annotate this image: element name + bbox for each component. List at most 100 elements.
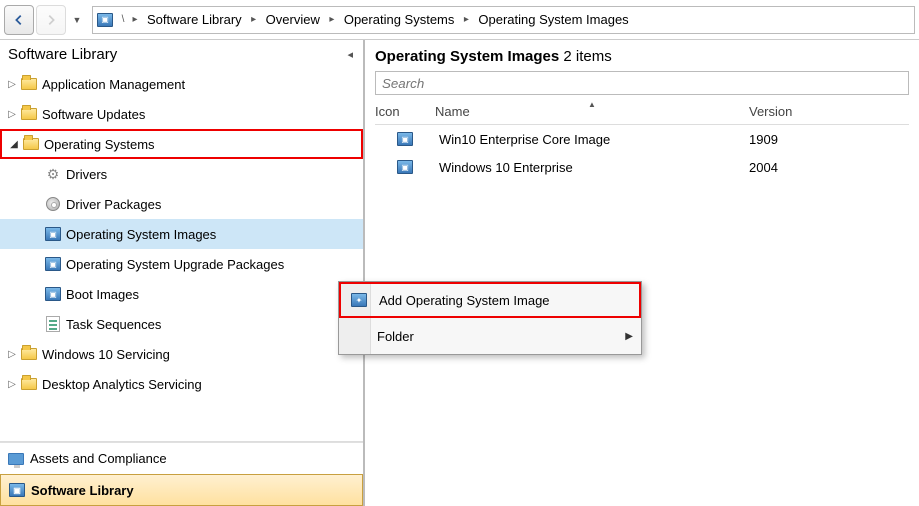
gear-icon: ⚙ (44, 165, 62, 183)
tree-item-label: Boot Images (66, 287, 139, 302)
menu-item-label: Add Operating System Image (379, 293, 631, 308)
tree-item-windows-10-servicing[interactable]: ▷ Windows 10 Servicing (0, 339, 363, 369)
workspace-label: Assets and Compliance (30, 451, 167, 466)
expander-none (28, 166, 44, 182)
folder-icon (20, 375, 38, 393)
cell-name: Win10 Enterprise Core Image (435, 132, 749, 147)
column-header-row: Icon ▲ Name Version (375, 99, 909, 125)
breadcrumb-segment[interactable]: Operating Systems (338, 7, 461, 33)
cell-name: Windows 10 Enterprise (435, 160, 749, 175)
workspace-assets-and-compliance[interactable]: Assets and Compliance (0, 442, 363, 474)
osimage-icon: ▣ (44, 255, 62, 273)
osimage-icon: ▣ (44, 285, 62, 303)
expander-none (28, 316, 44, 332)
search-bar (365, 69, 919, 99)
os-image-icon: ▣ (375, 160, 435, 174)
expander-closed-icon[interactable]: ▷ (4, 76, 20, 92)
tree-item-driver-packages[interactable]: Driver Packages (0, 189, 363, 219)
folder-icon (20, 75, 38, 93)
software-library-icon: ▣ (9, 483, 25, 497)
breadcrumb-segment[interactable]: Overview (260, 7, 326, 33)
back-button[interactable] (4, 5, 34, 35)
context-menu: ✦ Add Operating System Image Folder ▶ (338, 281, 642, 355)
cell-version: 2004 (749, 160, 909, 175)
navigation-pane: Software Library ◂ ▷ Application Manageme… (0, 40, 365, 506)
tree-item-label: Software Updates (42, 107, 145, 122)
expander-closed-icon[interactable]: ▷ (4, 376, 20, 392)
sequence-icon (44, 315, 62, 333)
breadcrumb-separator-icon: \ (117, 14, 129, 25)
menu-item-folder[interactable]: Folder ▶ (339, 318, 641, 354)
table-row[interactable]: ▣Win10 Enterprise Core Image1909 (375, 125, 909, 153)
tree-item-label: Drivers (66, 167, 107, 182)
sidebar-title: Software Library (8, 46, 117, 63)
osimage-icon: ▣ (44, 225, 62, 243)
column-header-version[interactable]: Version (749, 104, 909, 119)
folder-icon (22, 135, 40, 153)
workspace-label: Software Library (31, 483, 134, 498)
tree-item-label: Operating System Upgrade Packages (66, 257, 284, 272)
tree-item-label: Driver Packages (66, 197, 161, 212)
os-image-icon: ▣ (375, 132, 435, 146)
history-dropdown[interactable]: ▼ (68, 5, 86, 35)
breadcrumb-segment[interactable]: Software Library (141, 7, 248, 33)
tree-item-boot-images[interactable]: ▣ Boot Images (0, 279, 363, 309)
chevron-down-icon: ▼ (73, 15, 82, 25)
menu-item-label: Folder (377, 329, 615, 344)
expander-none (28, 256, 44, 272)
tree-item-operating-systems[interactable]: ◢ Operating Systems (0, 129, 363, 159)
tree-item-software-updates[interactable]: ▷ Software Updates (0, 99, 363, 129)
column-header-icon[interactable]: Icon (375, 104, 435, 119)
folder-icon (20, 105, 38, 123)
column-header-name[interactable]: ▲ Name (435, 104, 749, 119)
menu-item-add-os-image[interactable]: ✦ Add Operating System Image (339, 282, 641, 318)
table-row[interactable]: ▣Windows 10 Enterprise2004 (375, 153, 909, 181)
chevron-right-icon[interactable]: ▸ (129, 14, 141, 25)
expander-closed-icon[interactable]: ▷ (4, 346, 20, 362)
tree-item-label: Operating Systems (44, 137, 155, 152)
workspace-software-library[interactable]: ▣ Software Library (0, 474, 363, 506)
sort-ascending-icon: ▲ (588, 100, 596, 109)
arrow-right-icon (44, 13, 58, 27)
sidebar-header: Software Library ◂ (0, 40, 363, 67)
chevron-right-icon[interactable]: ▸ (248, 14, 260, 25)
submenu-arrow-icon: ▶ (625, 331, 633, 342)
tree-item-task-sequences[interactable]: Task Sequences (0, 309, 363, 339)
cell-version: 1909 (749, 132, 909, 147)
expander-none (28, 286, 44, 302)
workspace-switcher: Assets and Compliance ▣ Software Library (0, 441, 363, 506)
tree-item-label: Windows 10 Servicing (42, 347, 170, 362)
chevron-right-icon[interactable]: ▸ (460, 14, 472, 25)
breadcrumb-root-icon[interactable]: ▣ (93, 13, 117, 27)
tree-item-operating-system-upgrade-packages[interactable]: ▣ Operating System Upgrade Packages (0, 249, 363, 279)
tree-item-label: Application Management (42, 77, 185, 92)
forward-button[interactable] (36, 5, 66, 35)
expander-none (28, 196, 44, 212)
expander-open-icon[interactable]: ◢ (6, 136, 22, 152)
tree-item-label: Desktop Analytics Servicing (42, 377, 202, 392)
chevron-right-icon[interactable]: ▸ (326, 14, 338, 25)
breadcrumb-bar: ▣ \ ▸ Software Library ▸ Overview ▸ Oper… (92, 6, 915, 34)
disc-icon (44, 195, 62, 213)
nav-tree: ▷ Application Management ▷ Software Updates… (0, 67, 363, 441)
expander-closed-icon[interactable]: ▷ (4, 106, 20, 122)
tree-item-operating-system-images[interactable]: ▣ Operating System Images (0, 219, 363, 249)
os-image-add-icon: ✦ (349, 290, 369, 310)
navigation-bar: ▼ ▣ \ ▸ Software Library ▸ Overview ▸ Op… (0, 0, 919, 40)
tree-item-desktop-analytics-servicing[interactable]: ▷ Desktop Analytics Servicing (0, 369, 363, 399)
content-pane: Operating System Images 2 items Icon ▲ N… (365, 40, 919, 506)
tree-item-label: Operating System Images (66, 227, 216, 242)
tree-item-drivers[interactable]: ⚙ Drivers (0, 159, 363, 189)
content-header: Operating System Images 2 items (365, 40, 919, 69)
collapse-pane-icon[interactable]: ◂ (347, 48, 353, 61)
expander-none (28, 226, 44, 242)
tree-item-application-management[interactable]: ▷ Application Management (0, 69, 363, 99)
search-input[interactable] (375, 71, 909, 95)
breadcrumb-segment[interactable]: Operating System Images (472, 7, 634, 33)
assets-compliance-icon (8, 453, 24, 465)
folder-icon (20, 345, 38, 363)
tree-item-label: Task Sequences (66, 317, 161, 332)
main-area: » Software Library ◂ ▷Application Manage… (0, 40, 919, 506)
spacer-icon (347, 326, 367, 346)
arrow-left-icon (12, 13, 26, 27)
